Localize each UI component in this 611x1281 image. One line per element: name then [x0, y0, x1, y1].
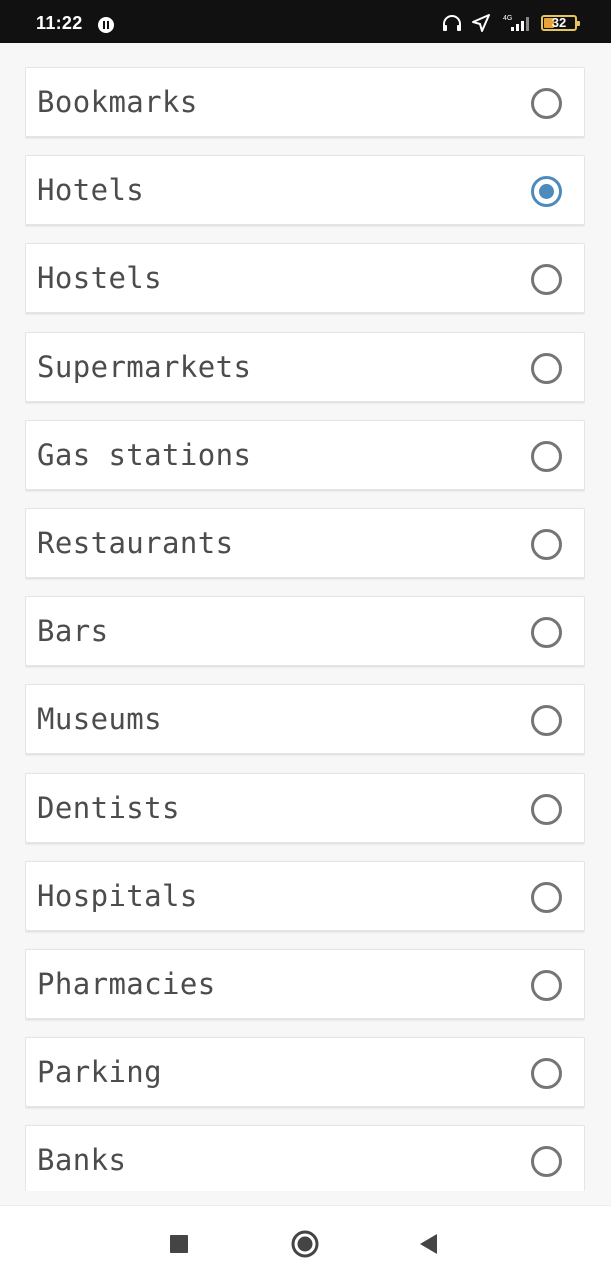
- category-label: Hospitals: [37, 879, 198, 913]
- category-label: Hostels: [37, 261, 163, 295]
- battery-percent: 32: [551, 15, 567, 30]
- back-icon[interactable]: [416, 1230, 444, 1258]
- radio-button[interactable]: [531, 705, 562, 736]
- battery-icon: 32: [541, 15, 580, 31]
- category-item[interactable]: Hotels: [25, 155, 585, 225]
- radio-button[interactable]: [531, 794, 562, 825]
- radio-button-checked[interactable]: [531, 176, 562, 207]
- radio-button[interactable]: [531, 88, 562, 119]
- status-time: 11:22: [36, 13, 83, 33]
- category-item[interactable]: Parking: [25, 1037, 585, 1107]
- category-item[interactable]: Supermarkets: [25, 332, 585, 402]
- signal-icon: 4G: [499, 13, 533, 33]
- category-label: Restaurants: [37, 526, 234, 560]
- radio-button[interactable]: [531, 882, 562, 913]
- status-bar: 11:22 4G 32: [0, 0, 611, 43]
- home-icon[interactable]: [290, 1230, 319, 1258]
- category-item[interactable]: Gas stations: [25, 420, 585, 490]
- radio-button[interactable]: [531, 353, 562, 384]
- radio-button[interactable]: [531, 1146, 562, 1177]
- category-item[interactable]: Bookmarks: [25, 67, 585, 137]
- category-label: Bookmarks: [37, 85, 198, 119]
- category-item[interactable]: Banks: [25, 1125, 585, 1191]
- category-item[interactable]: Pharmacies: [25, 949, 585, 1019]
- status-icons: 4G 32: [441, 13, 580, 33]
- category-item[interactable]: Hostels: [25, 243, 585, 313]
- category-label: Bars: [37, 614, 109, 648]
- category-item[interactable]: Museums: [25, 684, 585, 754]
- radio-button[interactable]: [531, 1058, 562, 1089]
- category-label: Parking: [37, 1055, 163, 1089]
- category-label: Gas stations: [37, 438, 252, 472]
- radio-button[interactable]: [531, 617, 562, 648]
- category-label: Museums: [37, 702, 163, 736]
- category-item[interactable]: Hospitals: [25, 861, 585, 931]
- category-label: Supermarkets: [37, 350, 252, 384]
- location-arrow-icon: [471, 13, 491, 33]
- pause-icon: [97, 16, 115, 34]
- category-item[interactable]: Bars: [25, 596, 585, 666]
- radio-button[interactable]: [531, 264, 562, 295]
- category-label: Pharmacies: [37, 967, 216, 1001]
- category-label: Hotels: [37, 173, 145, 207]
- category-item[interactable]: Restaurants: [25, 508, 585, 578]
- navigation-bar: [0, 1205, 611, 1281]
- headphones-icon: [441, 13, 463, 33]
- network-type-label: 4G: [503, 15, 512, 22]
- recent-apps-icon[interactable]: [165, 1230, 193, 1258]
- radio-button[interactable]: [531, 529, 562, 560]
- category-item[interactable]: Dentists: [25, 773, 585, 843]
- category-label: Banks: [37, 1143, 127, 1177]
- radio-button[interactable]: [531, 970, 562, 1001]
- radio-button[interactable]: [531, 441, 562, 472]
- category-list: Bookmarks Hotels Hostels Supermarkets Gas st…: [25, 67, 585, 1191]
- category-label: Dentists: [37, 791, 180, 825]
